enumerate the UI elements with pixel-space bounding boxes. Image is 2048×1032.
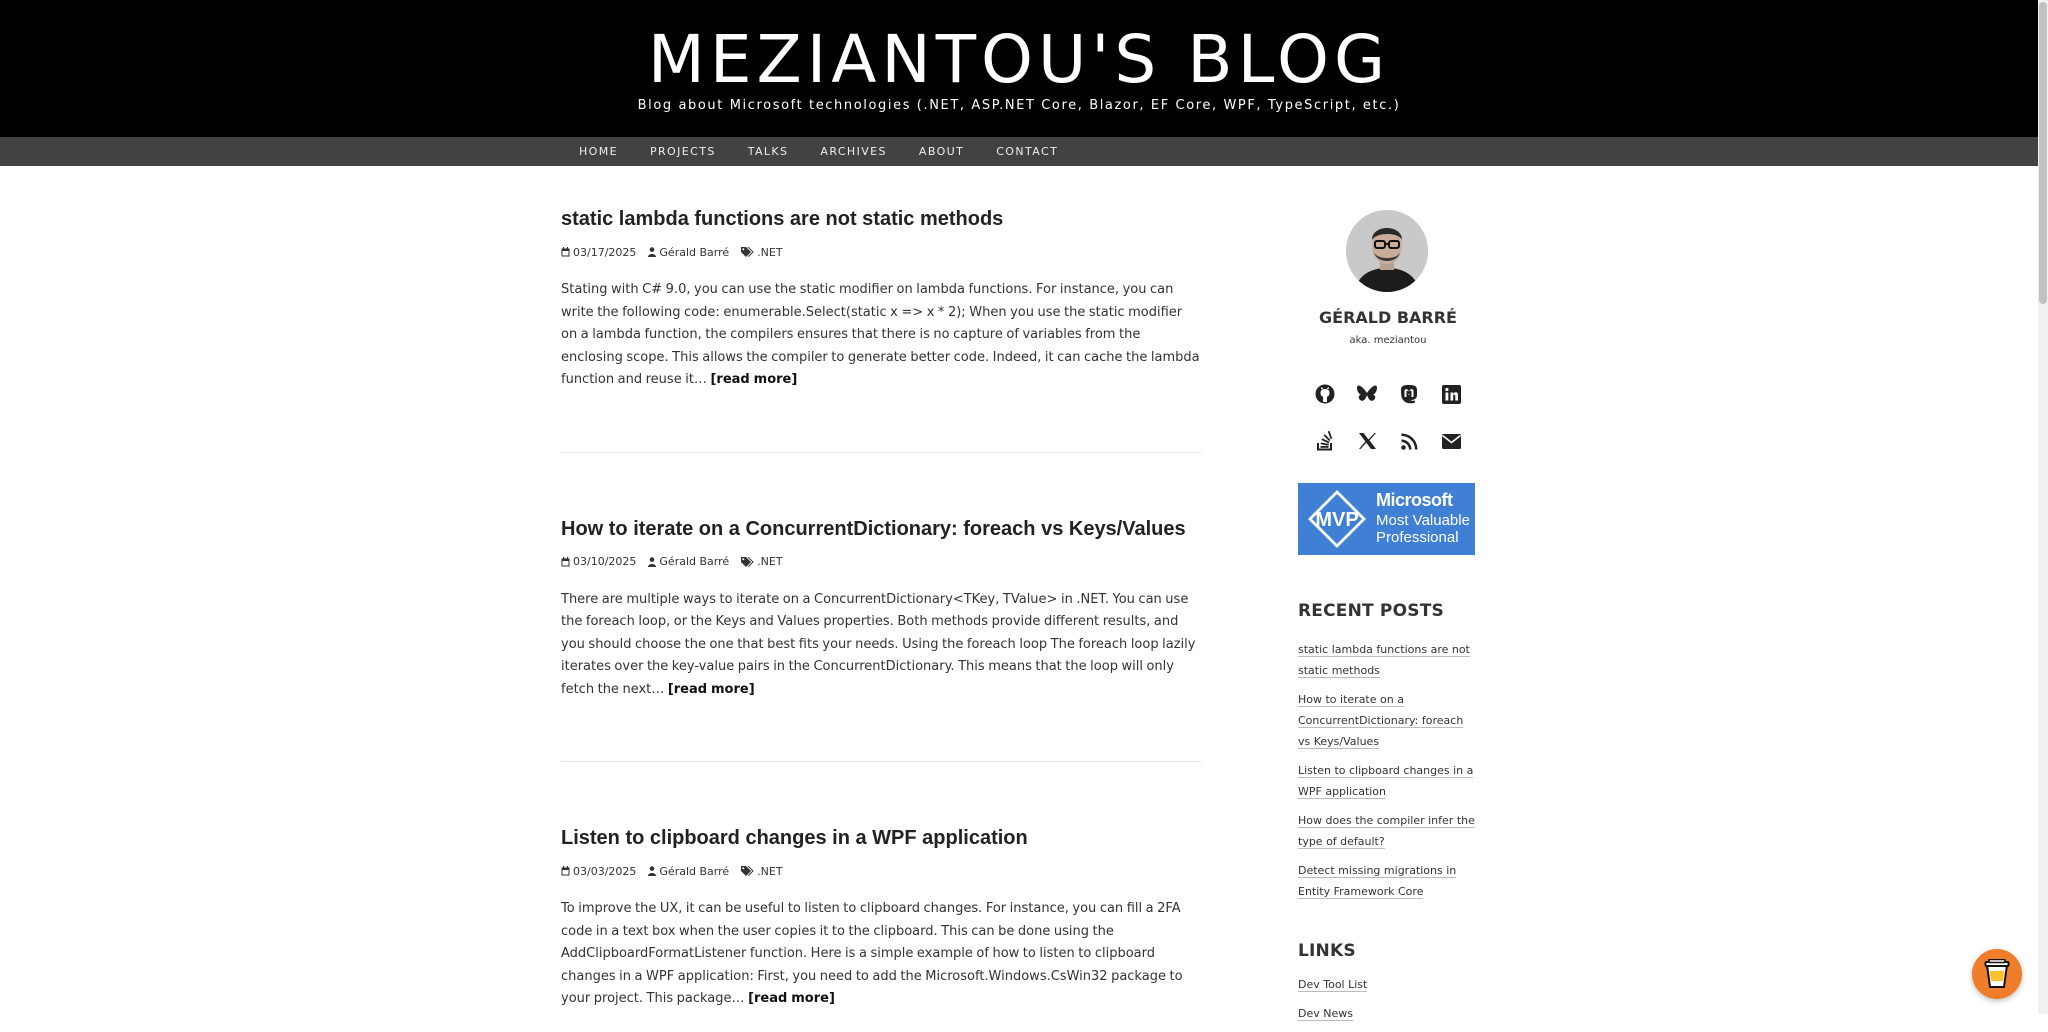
post-tag[interactable]: .NET <box>741 865 783 878</box>
nav-item-contact[interactable]: CONTACT <box>980 137 1074 166</box>
nav-item-projects[interactable]: PROJECTS <box>634 137 732 166</box>
post-date: 03/03/2025 <box>561 865 636 878</box>
author-avatar <box>1346 210 1428 292</box>
user-icon <box>648 247 657 257</box>
page-scrollbar[interactable] <box>2038 0 2048 1014</box>
links-heading: LINKS <box>1298 941 1356 961</box>
rss-icon[interactable] <box>1398 430 1420 452</box>
site-header: MEZIANTOU'S BLOG Blog about Microsoft te… <box>0 0 2038 137</box>
mastodon-icon[interactable] <box>1398 383 1420 405</box>
calendar-icon <box>561 247 570 257</box>
read-more-link[interactable]: [read more] <box>710 372 797 387</box>
email-icon[interactable] <box>1440 430 1462 452</box>
post-excerpt: There are multiple ways to iterate on a … <box>561 591 1196 697</box>
recent-post-link[interactable]: How does the compiler infer the type of … <box>1298 810 1478 852</box>
recent-post-link[interactable]: How to iterate on a ConcurrentDictionary… <box>1298 689 1478 752</box>
post-author[interactable]: Gérald Barré <box>648 555 729 568</box>
post-date: 03/17/2025 <box>561 246 636 259</box>
post-title[interactable]: How to iterate on a ConcurrentDictionary… <box>561 516 1201 542</box>
post-title[interactable]: static lambda functions are not static m… <box>561 206 1201 232</box>
post-meta: 03/10/2025 Gérald Barré .NET <box>561 555 1201 569</box>
recent-posts-list: static lambda functions are not static m… <box>1298 639 1478 910</box>
social-links-row <box>1314 383 1462 405</box>
social-links-row <box>1314 430 1462 452</box>
nav-item-home[interactable]: HOME <box>563 137 634 166</box>
link-item[interactable]: Dev Tool List <box>1298 974 1478 995</box>
post-title[interactable]: Listen to clipboard changes in a WPF app… <box>561 825 1201 851</box>
read-more-link[interactable]: [read more] <box>748 991 835 1006</box>
nav-item-talks[interactable]: TALKS <box>732 137 805 166</box>
post-item: Listen to clipboard changes in a WPF app… <box>561 825 1201 1011</box>
post-date: 03/10/2025 <box>561 555 636 568</box>
user-icon <box>648 556 657 567</box>
mvp-title: Microsoft <box>1376 490 1453 510</box>
author-alias: aka. meziantou <box>1349 335 1427 346</box>
recent-post-link[interactable]: static lambda functions are not static m… <box>1298 639 1478 681</box>
scrollbar-thumb[interactable] <box>2039 2 2047 304</box>
coffee-cup-icon <box>1984 959 2010 988</box>
user-icon <box>648 866 657 876</box>
post-tag[interactable]: .NET <box>741 246 783 259</box>
post-author[interactable]: Gérald Barré <box>648 246 729 259</box>
recent-post-link[interactable]: Detect missing migrations in Entity Fram… <box>1298 860 1478 902</box>
tags-icon <box>741 247 754 257</box>
buy-me-coffee-button[interactable] <box>1972 949 2022 999</box>
mvp-badge[interactable]: MVP Microsoft Most Valuable Professional <box>1298 483 1475 555</box>
github-icon[interactable] <box>1314 383 1336 405</box>
nav-item-about[interactable]: ABOUT <box>903 137 980 166</box>
links-list: Dev Tool List Dev News <box>1298 974 1478 1032</box>
site-title[interactable]: MEZIANTOU'S BLOG <box>0 22 2038 98</box>
post-excerpt: To improve the UX, it can be useful to l… <box>561 901 1183 1006</box>
post-meta: 03/17/2025 Gérald Barré .NET <box>561 245 1201 259</box>
svg-text:MVP: MVP <box>1315 509 1358 531</box>
main-nav: HOME PROJECTS TALKS ARCHIVES ABOUT CONTA… <box>0 137 2038 166</box>
post-item: static lambda functions are not static m… <box>561 206 1201 392</box>
read-more-link[interactable]: [read more] <box>668 682 755 697</box>
x-icon[interactable] <box>1356 430 1378 452</box>
calendar-icon <box>561 866 570 876</box>
post-list: static lambda functions are not static m… <box>561 166 1201 1011</box>
site-subtitle: Blog about Microsoft technologies (.NET,… <box>637 98 1401 113</box>
author-photo <box>1346 210 1428 292</box>
post-item: How to iterate on a ConcurrentDictionary… <box>561 516 1201 702</box>
tags-icon <box>741 556 754 567</box>
tags-icon <box>741 866 754 876</box>
author-name: GÉRALD BARRÉ <box>1319 308 1457 327</box>
post-tag[interactable]: .NET <box>741 555 783 568</box>
bluesky-icon[interactable] <box>1356 383 1378 405</box>
linkedin-icon[interactable] <box>1440 383 1462 405</box>
recent-post-link[interactable]: Listen to clipboard changes in a WPF app… <box>1298 760 1478 802</box>
post-divider <box>561 451 1201 453</box>
post-excerpt: Stating with C# 9.0, you can use the sta… <box>561 282 1200 387</box>
recent-posts-heading: RECENT POSTS <box>1298 601 1444 621</box>
nav-item-archives[interactable]: ARCHIVES <box>804 137 902 166</box>
post-divider <box>561 761 1201 762</box>
mvp-logo: MVP <box>1308 490 1366 548</box>
post-author[interactable]: Gérald Barré <box>648 865 729 878</box>
mvp-line-3: Professional <box>1376 529 1459 546</box>
mvp-line-2: Most Valuable <box>1376 512 1470 529</box>
calendar-icon <box>561 556 570 566</box>
post-meta: 03/03/2025 Gérald Barré .NET <box>561 864 1201 878</box>
stackoverflow-icon[interactable] <box>1314 430 1336 452</box>
